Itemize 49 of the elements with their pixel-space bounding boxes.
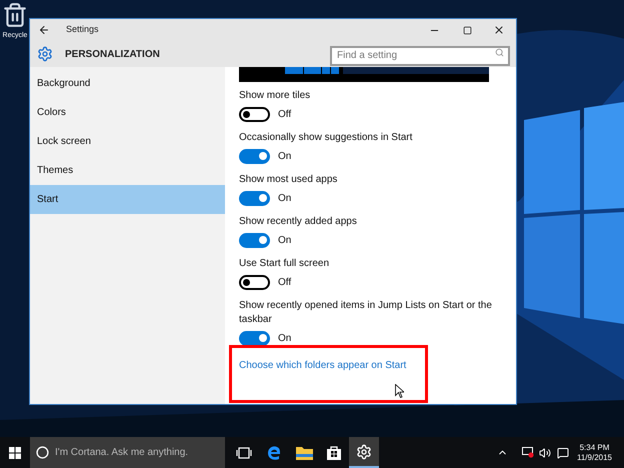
taskbar-app-button[interactable]: [349, 437, 379, 468]
toggle-switch[interactable]: [239, 106, 270, 122]
toggle-switch[interactable]: [239, 274, 270, 290]
back-arrow-icon: [38, 24, 50, 36]
recycle-bin-icon[interactable]: [2, 2, 28, 28]
search-placeholder: I'm Cortana. Ask me anything.: [55, 446, 188, 460]
close-icon: [493, 24, 505, 36]
mouse-cursor-icon: [395, 384, 404, 398]
search-icon: [495, 48, 504, 57]
settings-icon: [356, 444, 372, 460]
setting-label: Show recently opened items in Jump Lists on Start or the taskbar: [239, 299, 493, 327]
setting-label: Occasionally show suggestions in Start: [239, 131, 414, 145]
toggle-state-text: On: [278, 192, 292, 206]
toggle-switch[interactable]: [239, 148, 270, 164]
sidebar-item[interactable]: Lock screen: [30, 127, 225, 156]
windows-logo-icon: [9, 446, 21, 458]
toggle-state-text: Off: [278, 276, 292, 290]
toggle-state-text: On: [278, 150, 292, 164]
store-icon: [326, 444, 342, 460]
network-icon[interactable]: [522, 447, 534, 458]
setting-label: Show more tiles: [239, 89, 312, 103]
cortana-icon: [36, 446, 49, 459]
toggle-switch[interactable]: [239, 330, 270, 346]
setting-label: Use Start full screen: [239, 257, 330, 271]
maximize-icon: [462, 26, 472, 34]
sidebar-item[interactable]: Themes: [30, 156, 225, 185]
browser-icon: [266, 444, 282, 460]
gear-icon: [37, 46, 53, 62]
sidebar-item[interactable]: Colors: [30, 98, 225, 127]
folders-link[interactable]: Choose which folders appear on Start: [239, 358, 501, 373]
toggle-state-text: Off: [278, 108, 292, 122]
clock-date: 11/9/2015: [577, 452, 612, 462]
toggle-state-text: On: [278, 234, 292, 248]
cortana-search-box[interactable]: I'm Cortana. Ask me anything.: [30, 437, 225, 468]
setting-label: Show most used apps: [239, 173, 338, 187]
notification-icon[interactable]: [557, 446, 569, 458]
search-field[interactable]: Find a setting: [330, 46, 510, 66]
sidebar-item[interactable]: Background: [30, 69, 225, 98]
toggle-switch[interactable]: [239, 232, 270, 248]
clock-time: 5:34 PM: [580, 442, 610, 452]
task-view-icon: [236, 446, 252, 458]
sidebar-item[interactable]: Start: [30, 185, 225, 214]
folder-icon: [296, 446, 312, 460]
volume-icon[interactable]: [539, 446, 551, 458]
setting-label: Show recently added apps: [239, 215, 358, 229]
page-header: PERSONALIZATION: [65, 48, 160, 62]
toggle-state-text: On: [278, 332, 292, 346]
toggle-switch[interactable]: [239, 190, 270, 206]
window-title: Settings: [66, 23, 99, 36]
